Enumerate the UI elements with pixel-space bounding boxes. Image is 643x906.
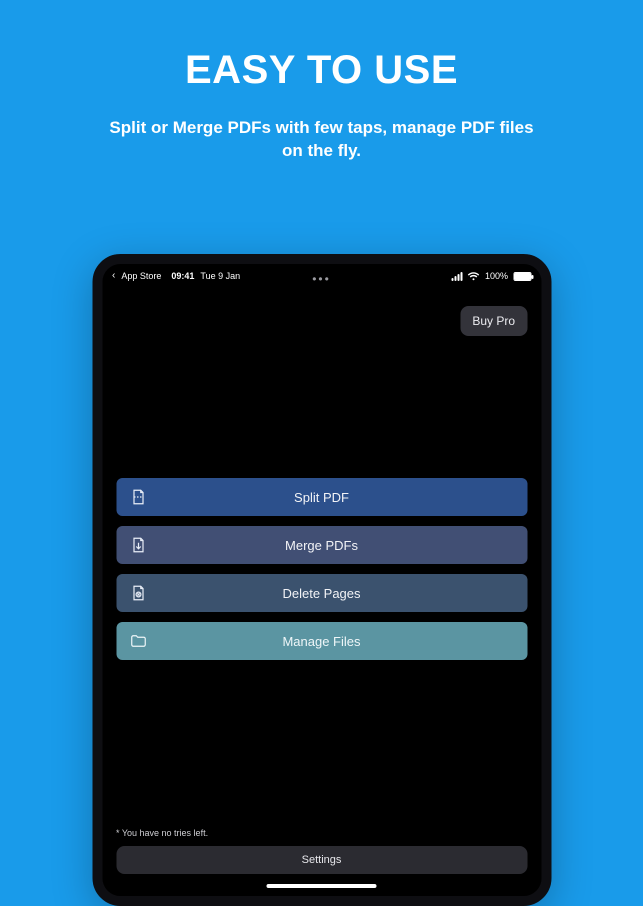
manage-files-label: Manage Files: [116, 634, 527, 649]
buy-pro-button[interactable]: Buy Pro: [460, 306, 527, 336]
promo-title: EASY TO USE: [0, 48, 643, 93]
merge-pdfs-label: Merge PDFs: [116, 538, 527, 553]
footer: * You have no tries left. Settings: [102, 828, 541, 888]
battery-icon: [513, 272, 531, 281]
delete-pages-icon: [126, 584, 150, 602]
chevron-left-icon[interactable]: ‹: [112, 271, 115, 281]
app-header: Buy Pro: [102, 282, 541, 336]
status-time: 09:41: [171, 271, 194, 281]
settings-button[interactable]: Settings: [116, 846, 527, 874]
delete-pages-label: Delete Pages: [116, 586, 527, 601]
status-left: ‹ App Store 09:41 Tue 9 Jan: [112, 271, 240, 281]
split-pdf-label: Split PDF: [116, 490, 527, 505]
merge-pdfs-icon: [126, 536, 150, 554]
merge-pdfs-button[interactable]: Merge PDFs: [116, 526, 527, 564]
tablet-frame: ‹ App Store 09:41 Tue 9 Jan ••• 100%: [92, 254, 551, 906]
split-pdf-button[interactable]: Split PDF: [116, 478, 527, 516]
promo-subtitle: Split or Merge PDFs with few taps, manag…: [107, 117, 537, 163]
manage-files-button[interactable]: Manage Files: [116, 622, 527, 660]
home-indicator[interactable]: [267, 884, 377, 888]
delete-pages-button[interactable]: Delete Pages: [116, 574, 527, 612]
cellular-signal-icon: [452, 272, 463, 281]
multitask-ellipsis-icon[interactable]: •••: [312, 272, 331, 286]
tries-remaining-note: * You have no tries left.: [116, 828, 527, 838]
status-bar: ‹ App Store 09:41 Tue 9 Jan ••• 100%: [102, 264, 541, 282]
battery-percent: 100%: [485, 271, 508, 281]
status-date: Tue 9 Jan: [200, 271, 240, 281]
folder-icon: [126, 632, 150, 650]
back-to-appstore[interactable]: App Store: [121, 271, 161, 281]
app-screen: ‹ App Store 09:41 Tue 9 Jan ••• 100%: [102, 264, 541, 896]
action-list: Split PDF Merge PDFs: [102, 478, 541, 660]
split-pdf-icon: [126, 488, 150, 506]
status-right: 100%: [452, 271, 531, 281]
wifi-icon: [468, 272, 480, 281]
